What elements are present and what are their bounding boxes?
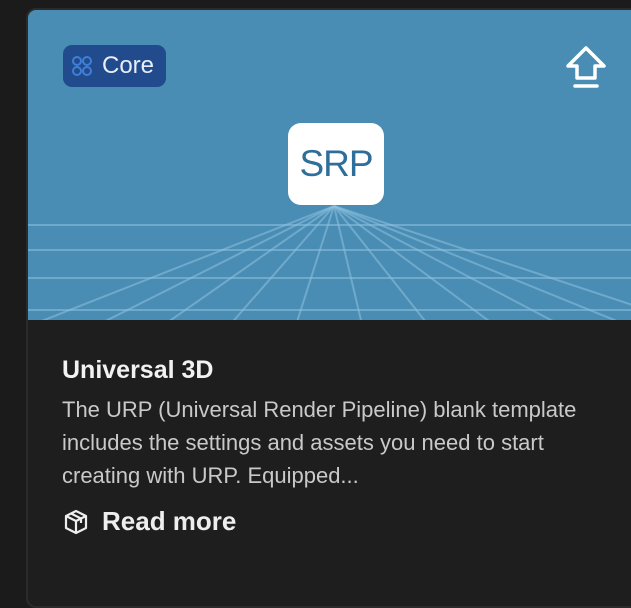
card-body: Universal 3D The URP (Universal Render P… <box>62 353 622 537</box>
srp-logo: SRP <box>288 123 384 205</box>
srp-logo-text: SRP <box>299 143 373 184</box>
core-badge: Core <box>63 45 167 87</box>
upload-icon[interactable] <box>564 44 608 90</box>
template-banner: Core SRP <box>28 10 631 320</box>
read-more-link[interactable]: Read more <box>62 506 236 537</box>
read-more-label: Read more <box>102 506 237 536</box>
core-grid-icon <box>72 56 92 76</box>
template-card[interactable]: Core SRP Universal 3D The URP (Universal… <box>26 8 631 608</box>
package-box-icon <box>64 509 88 534</box>
template-description: The URP (Universal Render Pipeline) blan… <box>62 397 577 488</box>
template-title: Universal 3D <box>62 356 214 384</box>
core-badge-label: Core <box>102 52 155 79</box>
